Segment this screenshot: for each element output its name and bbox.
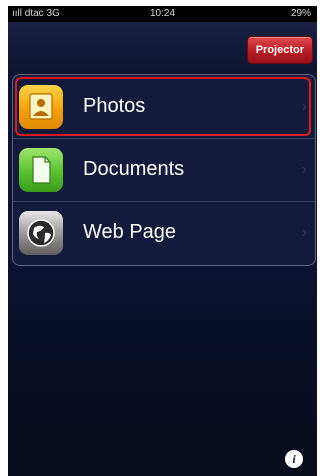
menu-item-label: Photos — [83, 95, 146, 117]
menu-item-photos[interactable]: Photos › — [13, 75, 315, 139]
clock: 10:24 — [149, 8, 176, 19]
document-icon — [19, 148, 63, 192]
chevron-right-icon: › — [301, 224, 307, 241]
globe-icon — [19, 211, 63, 255]
info-icon[interactable]: i — [285, 450, 303, 468]
app-screen: ııll dtac 3G 10:24 29% Projector Photos … — [8, 6, 317, 476]
battery-level: 29% — [290, 8, 311, 19]
navigation-bar: Projector — [8, 22, 317, 66]
chevron-right-icon: › — [301, 161, 307, 178]
menu-item-label: Web Page — [83, 221, 177, 243]
menu-item-label: Documents — [83, 158, 185, 180]
source-menu: Photos › Documents › Web Page › — [12, 74, 316, 266]
chevron-right-icon: › — [301, 98, 307, 115]
photo-frame-icon — [19, 85, 63, 129]
phone-frame: ııll dtac 3G 10:24 29% Projector Photos … — [0, 0, 317, 476]
projector-button[interactable]: Projector — [246, 36, 313, 64]
status-bar: ııll dtac 3G 10:24 29% — [8, 6, 317, 22]
menu-item-documents[interactable]: Documents › — [13, 138, 315, 202]
menu-item-web-page[interactable]: Web Page › — [13, 201, 315, 264]
